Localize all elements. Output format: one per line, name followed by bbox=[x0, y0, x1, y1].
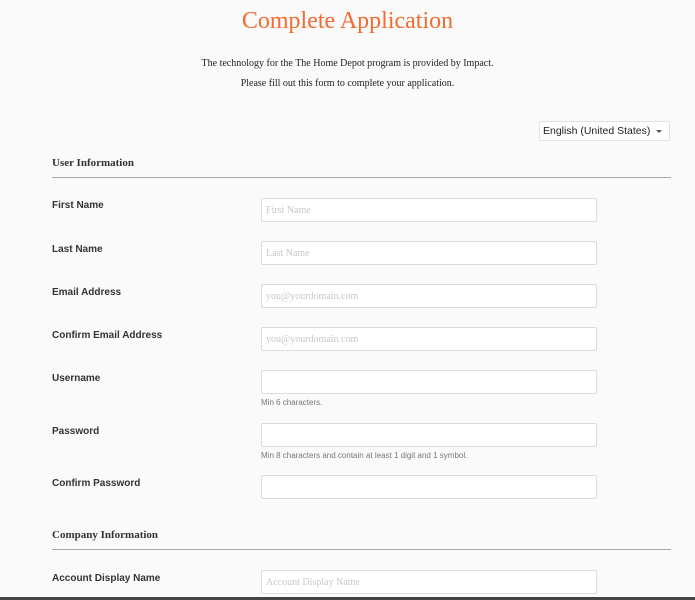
language-select-value: English (United States) bbox=[543, 125, 651, 137]
confirm-email-label: Confirm Email Address bbox=[52, 330, 163, 341]
confirm-email-input[interactable] bbox=[261, 327, 597, 351]
username-help-text: Min 6 characters. bbox=[261, 398, 323, 407]
section-divider bbox=[52, 177, 671, 178]
page-title: Complete Application bbox=[241, 8, 454, 34]
account-display-name-label: Account Display Name bbox=[52, 573, 161, 584]
account-display-name-input[interactable] bbox=[261, 570, 597, 594]
section-title-company-information: Company Information bbox=[52, 529, 159, 541]
username-label: Username bbox=[52, 373, 101, 384]
password-input[interactable] bbox=[261, 423, 597, 447]
last-name-label: Last Name bbox=[52, 244, 103, 255]
first-name-label: First Name bbox=[52, 200, 104, 211]
first-name-input[interactable] bbox=[261, 198, 597, 222]
section-title-user-information: User Information bbox=[52, 157, 134, 169]
last-name-input[interactable] bbox=[261, 241, 597, 265]
intro-text: The technology for the The Home Depot pr… bbox=[201, 58, 494, 69]
username-input[interactable] bbox=[261, 370, 597, 394]
caret-down-icon bbox=[656, 130, 662, 133]
email-label: Email Address bbox=[52, 287, 122, 298]
instructions-text: Please fill out this form to complete yo… bbox=[240, 78, 455, 89]
confirm-password-label: Confirm Password bbox=[52, 478, 141, 489]
section-divider bbox=[52, 549, 671, 550]
password-help-text: Min 8 characters and contain at least 1 … bbox=[261, 451, 468, 460]
email-input[interactable] bbox=[261, 284, 597, 308]
password-label: Password bbox=[52, 426, 100, 437]
language-select[interactable]: English (United States) bbox=[539, 121, 670, 141]
confirm-password-input[interactable] bbox=[261, 475, 597, 499]
